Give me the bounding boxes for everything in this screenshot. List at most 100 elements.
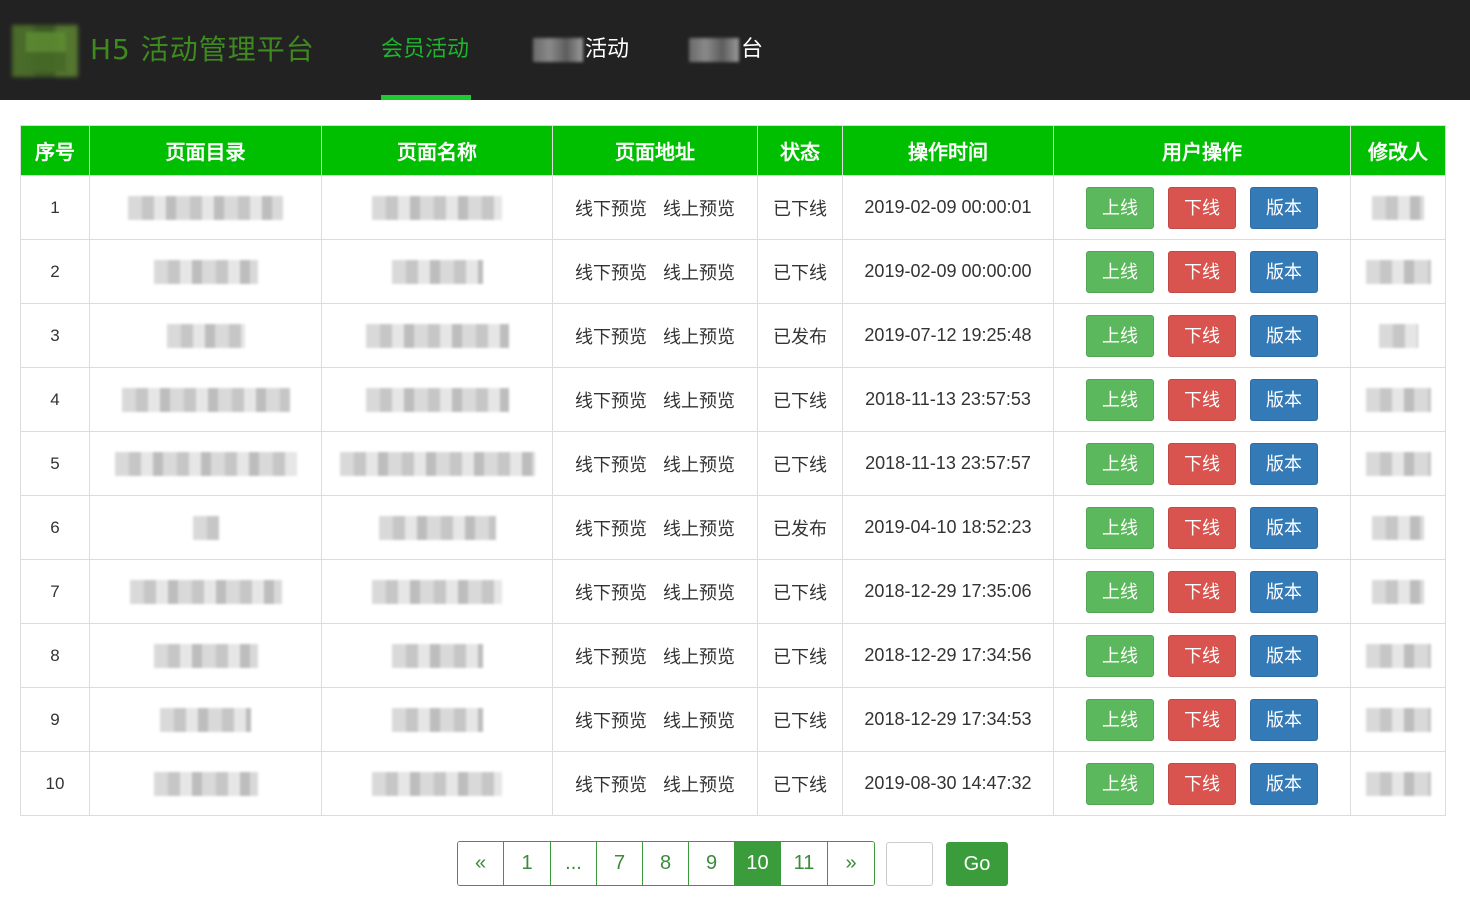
page-name-cell — [321, 431, 553, 496]
row-index: 8 — [20, 623, 90, 688]
time-cell: 2019-02-09 00:00:00 — [842, 239, 1054, 304]
top-navbar: H5 活动管理平台 会员活动 活动 台 — [0, 0, 1470, 100]
page-url-cell: 线下预览 线上预览 — [552, 175, 758, 240]
go-button[interactable]: Go — [946, 842, 1008, 886]
page-directory-cell — [89, 239, 322, 304]
status-cell: 已下线 — [757, 431, 843, 496]
redacted-text — [365, 387, 509, 412]
redacted-text — [1365, 451, 1431, 476]
online-button[interactable]: 上线 — [1086, 186, 1154, 229]
brand-title[interactable]: H5 活动管理平台 — [90, 30, 315, 70]
table-row: 2 线下预览 线上预览 已下线 2019-02-09 00:00:00 上线 下线 版本 — [20, 239, 1446, 304]
offline-button[interactable]: 下线 — [1168, 378, 1236, 421]
offline-button[interactable]: 下线 — [1168, 442, 1236, 485]
page-url-cell: 线下预览 线上预览 — [552, 687, 758, 752]
page-8[interactable]: 8 — [643, 842, 689, 885]
online-button[interactable]: 上线 — [1086, 506, 1154, 549]
redacted-text — [372, 195, 502, 220]
page-jump-input[interactable] — [886, 842, 933, 886]
table-row: 1 线下预览 线上预览 已下线 2019-02-09 00:00:01 上线 下线 版本 — [20, 175, 1446, 240]
online-preview-link[interactable]: 线上预览 — [663, 199, 735, 220]
online-preview-link[interactable]: 线上预览 — [663, 519, 735, 540]
page-name-cell — [321, 687, 553, 752]
page-10[interactable]: 10 — [735, 842, 781, 885]
nav-label: 台 — [741, 37, 764, 62]
page-directory-cell — [89, 431, 322, 496]
offline-preview-link[interactable]: 线下预览 — [575, 519, 647, 540]
offline-preview-link[interactable]: 线下预览 — [575, 199, 647, 220]
online-preview-link[interactable]: 线上预览 — [663, 327, 735, 348]
offline-preview-link[interactable]: 线下预览 — [575, 391, 647, 412]
offline-button[interactable]: 下线 — [1168, 506, 1236, 549]
version-button[interactable]: 版本 — [1250, 378, 1318, 421]
online-preview-link[interactable]: 线上预览 — [663, 263, 735, 284]
version-button[interactable]: 版本 — [1250, 634, 1318, 677]
offline-button[interactable]: 下线 — [1168, 762, 1236, 805]
page-11[interactable]: 11 — [781, 842, 828, 885]
offline-button[interactable]: 下线 — [1168, 634, 1236, 677]
page-name-cell — [321, 623, 553, 688]
version-button[interactable]: 版本 — [1250, 570, 1318, 613]
redacted-text — [339, 451, 535, 476]
offline-button[interactable]: 下线 — [1168, 314, 1236, 357]
page-directory-cell — [89, 303, 322, 368]
version-button[interactable]: 版本 — [1250, 506, 1318, 549]
nav-platform[interactable]: 台 — [689, 30, 763, 70]
page-directory-cell — [89, 623, 322, 688]
version-button[interactable]: 版本 — [1250, 314, 1318, 357]
offline-preview-link[interactable]: 线下预览 — [575, 647, 647, 668]
offline-preview-link[interactable]: 线下预览 — [575, 711, 647, 732]
offline-button[interactable]: 下线 — [1168, 698, 1236, 741]
online-preview-link[interactable]: 线上预览 — [663, 775, 735, 796]
table-header-row: 序号 页面目录 页面名称 页面地址 状态 操作时间 用户操作 修改人 — [20, 125, 1446, 176]
online-button[interactable]: 上线 — [1086, 250, 1154, 293]
offline-preview-link[interactable]: 线下预览 — [575, 583, 647, 604]
version-button[interactable]: 版本 — [1250, 442, 1318, 485]
redacted-mask — [689, 38, 739, 62]
table-row: 8 线下预览 线上预览 已下线 2018-12-29 17:34:56 上线 下线 版本 — [20, 623, 1446, 688]
status-cell: 已下线 — [757, 559, 843, 624]
next-page-button[interactable]: » — [828, 842, 874, 885]
table-row: 7 线下预览 线上预览 已下线 2018-12-29 17:35:06 上线 下线 版本 — [20, 559, 1446, 624]
table-row: 6 线下预览 线上预览 已发布 2019-04-10 18:52:23 上线 下线 版本 — [20, 495, 1446, 560]
offline-button[interactable]: 下线 — [1168, 570, 1236, 613]
version-button[interactable]: 版本 — [1250, 186, 1318, 229]
online-button[interactable]: 上线 — [1086, 314, 1154, 357]
version-button[interactable]: 版本 — [1250, 250, 1318, 293]
online-button[interactable]: 上线 — [1086, 762, 1154, 805]
offline-button[interactable]: 下线 — [1168, 250, 1236, 293]
online-button[interactable]: 上线 — [1086, 442, 1154, 485]
col-header-index: 序号 — [20, 125, 90, 176]
page-name-cell — [321, 303, 553, 368]
online-button[interactable]: 上线 — [1086, 570, 1154, 613]
offline-preview-link[interactable]: 线下预览 — [575, 263, 647, 284]
page-name-cell — [321, 175, 553, 240]
online-button[interactable]: 上线 — [1086, 634, 1154, 677]
offline-preview-link[interactable]: 线下预览 — [575, 327, 647, 348]
time-cell: 2019-02-09 00:00:01 — [842, 175, 1054, 240]
editor-cell — [1350, 751, 1446, 816]
nav-label: 活动 — [585, 37, 630, 62]
offline-preview-link[interactable]: 线下预览 — [575, 775, 647, 796]
online-preview-link[interactable]: 线上预览 — [663, 583, 735, 604]
version-button[interactable]: 版本 — [1250, 762, 1318, 805]
online-preview-link[interactable]: 线上预览 — [663, 391, 735, 412]
status-cell: 已下线 — [757, 623, 843, 688]
online-preview-link[interactable]: 线上预览 — [663, 455, 735, 476]
online-preview-link[interactable]: 线上预览 — [663, 647, 735, 668]
online-button[interactable]: 上线 — [1086, 378, 1154, 421]
nav-activity[interactable]: 活动 — [533, 30, 629, 70]
page-url-cell: 线下预览 线上预览 — [552, 751, 758, 816]
version-button[interactable]: 版本 — [1250, 698, 1318, 741]
nav-member-activity[interactable]: 会员活动 — [381, 30, 469, 70]
online-button[interactable]: 上线 — [1086, 698, 1154, 741]
actions-cell: 上线 下线 版本 — [1053, 431, 1351, 496]
prev-page-button[interactable]: « — [458, 842, 504, 885]
online-preview-link[interactable]: 线上预览 — [663, 711, 735, 732]
page-1[interactable]: 1 — [504, 842, 551, 885]
offline-preview-link[interactable]: 线下预览 — [575, 455, 647, 476]
table-row: 9 线下预览 线上预览 已下线 2018-12-29 17:34:53 上线 下线 版本 — [20, 687, 1446, 752]
offline-button[interactable]: 下线 — [1168, 186, 1236, 229]
page-7[interactable]: 7 — [597, 842, 643, 885]
page-9[interactable]: 9 — [689, 842, 735, 885]
